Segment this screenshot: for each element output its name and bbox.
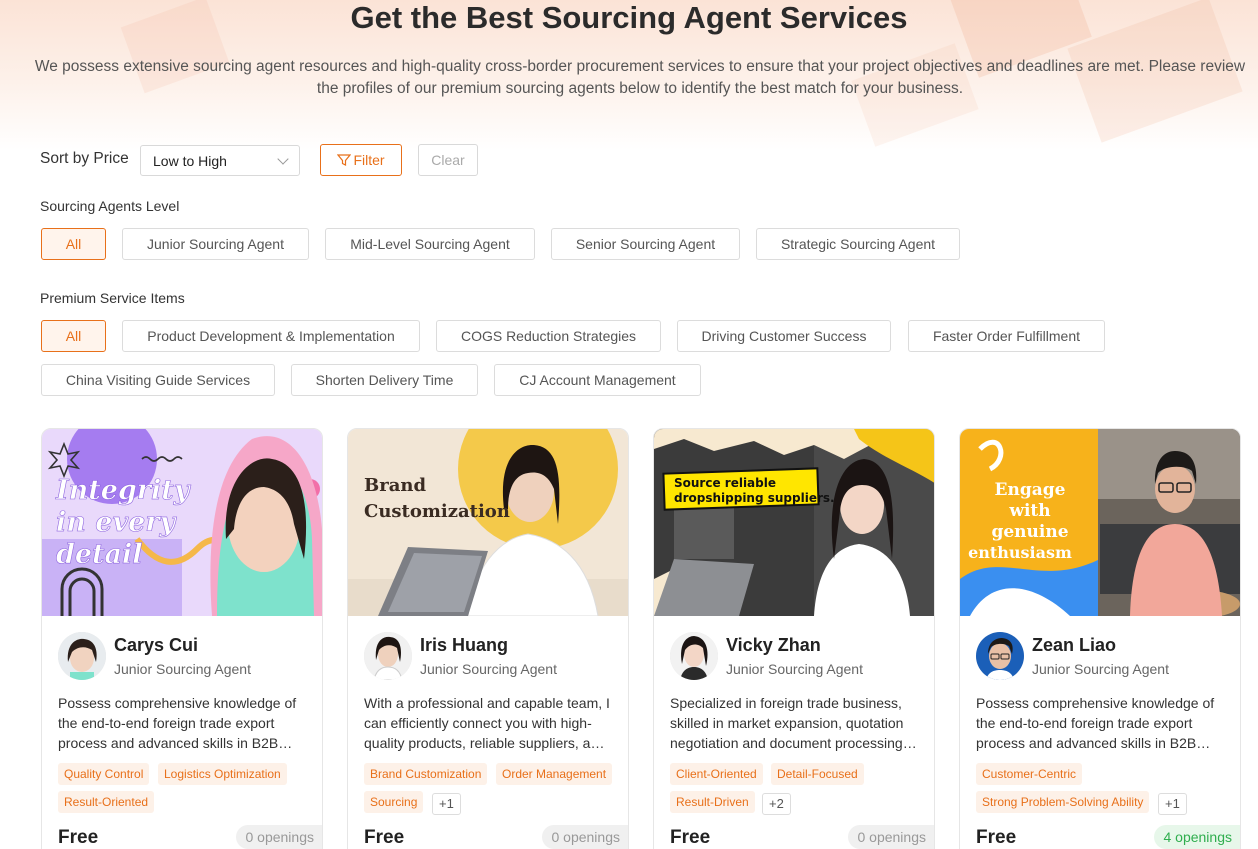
agent-name: Iris Huang bbox=[420, 635, 509, 655]
agent-banner-image: Source reliable dropshipping suppliers. bbox=[654, 429, 934, 616]
sort-select[interactable]: Low to High bbox=[140, 145, 300, 176]
openings-badge: 0 openings bbox=[848, 825, 934, 849]
banner-text-line: Integrity bbox=[55, 475, 192, 506]
agent-description: Specialized in foreign trade business, s… bbox=[670, 695, 917, 751]
more-tags-badge[interactable]: +1 bbox=[1158, 793, 1187, 815]
level-chip-junior[interactable]: Junior Sourcing Agent bbox=[122, 228, 309, 260]
agent-level: Junior Sourcing Agent bbox=[420, 661, 557, 677]
openings-badge: 0 openings bbox=[542, 825, 628, 849]
agent-card[interactable]: Source reliable dropshipping suppliers. … bbox=[653, 428, 935, 849]
agent-tag: Detail-Focused bbox=[771, 763, 864, 785]
filter-label: Filter bbox=[353, 152, 385, 168]
clear-button[interactable]: Clear bbox=[418, 144, 478, 176]
agent-name: Carys Cui bbox=[114, 635, 199, 655]
banner-text-line: Source reliable bbox=[674, 476, 776, 490]
agent-banner-image: Brand Customization bbox=[348, 429, 628, 616]
avatar bbox=[364, 632, 412, 680]
level-chip-senior[interactable]: Senior Sourcing Agent bbox=[551, 228, 740, 260]
agent-banner-image: Integrity in every detail bbox=[42, 429, 322, 616]
banner-text-line: genuine bbox=[991, 522, 1068, 542]
agent-tag: Quality Control bbox=[58, 763, 150, 785]
service-chip-cj-account[interactable]: CJ Account Management bbox=[494, 364, 701, 396]
agent-level: Junior Sourcing Agent bbox=[114, 661, 251, 677]
openings-badge: 4 openings bbox=[1154, 825, 1240, 849]
levels-label: Sourcing Agents Level bbox=[40, 198, 180, 214]
service-chip-cogs-reduction[interactable]: COGS Reduction Strategies bbox=[436, 320, 661, 352]
sort-label: Sort by Price bbox=[40, 150, 129, 167]
page-description: We possess extensive sourcing agent reso… bbox=[34, 58, 1246, 97]
agent-price: Free bbox=[364, 827, 405, 848]
agent-tag: Brand Customization bbox=[364, 763, 488, 785]
agent-card[interactable]: Integrity in every detail Carys Cui Juni… bbox=[41, 428, 323, 849]
filter-button[interactable]: Filter bbox=[320, 144, 402, 176]
banner-text-line: Brand bbox=[364, 475, 426, 496]
services-label: Premium Service Items bbox=[40, 290, 185, 306]
avatar bbox=[58, 632, 106, 680]
agent-price: Free bbox=[976, 827, 1017, 848]
sort-selected-value: Low to High bbox=[153, 153, 227, 169]
openings-badge: 0 openings bbox=[236, 825, 322, 849]
agent-card[interactable]: Brand Customization Iris Huang Junior So… bbox=[347, 428, 629, 849]
agent-description: With a professional and capable team, I … bbox=[364, 695, 610, 751]
level-chip-mid[interactable]: Mid-Level Sourcing Agent bbox=[325, 228, 535, 260]
banner-text-line: in every bbox=[56, 507, 178, 538]
banner-text-line: with bbox=[1008, 501, 1050, 521]
avatar bbox=[976, 632, 1024, 680]
service-chip-order-fulfillment[interactable]: Faster Order Fulfillment bbox=[908, 320, 1105, 352]
agent-tag: Logistics Optimization bbox=[158, 763, 287, 785]
service-chip-shorten-delivery[interactable]: Shorten Delivery Time bbox=[291, 364, 478, 396]
agent-tag: Client-Oriented bbox=[670, 763, 763, 785]
avatar bbox=[670, 632, 718, 680]
agent-tag: Customer-Centric bbox=[976, 763, 1083, 785]
chevron-down-icon bbox=[277, 153, 289, 165]
agent-description: Possess comprehensive knowledge of the e… bbox=[58, 695, 297, 751]
banner-text-line: detail bbox=[56, 539, 143, 570]
more-tags-badge[interactable]: +2 bbox=[762, 793, 791, 815]
agent-tag: Strong Problem-Solving Ability bbox=[976, 791, 1150, 813]
page-title: Get the Best Sourcing Agent Services bbox=[350, 0, 908, 35]
banner-text-line: Engage bbox=[995, 480, 1066, 500]
banner-text-line: Customization bbox=[364, 501, 510, 522]
more-tags-badge[interactable]: +1 bbox=[432, 793, 461, 815]
agent-banner-image: Engage with genuine enthusiasm bbox=[960, 429, 1240, 616]
agent-description: Possess comprehensive knowledge of the e… bbox=[976, 695, 1215, 751]
filter-icon bbox=[337, 154, 352, 166]
agent-name: Vicky Zhan bbox=[726, 635, 821, 655]
banner-text-line: enthusiasm bbox=[968, 543, 1072, 562]
level-chip-all[interactable]: All bbox=[41, 228, 106, 260]
level-chip-strategic[interactable]: Strategic Sourcing Agent bbox=[756, 228, 960, 260]
agent-price: Free bbox=[670, 827, 711, 848]
agent-name: Zean Liao bbox=[1032, 635, 1117, 655]
agent-level: Junior Sourcing Agent bbox=[1032, 661, 1169, 677]
banner-text-line: dropshipping suppliers. bbox=[674, 491, 835, 505]
agent-level: Junior Sourcing Agent bbox=[726, 661, 863, 677]
agent-tag: Sourcing bbox=[364, 791, 424, 813]
service-chip-customer-success[interactable]: Driving Customer Success bbox=[677, 320, 891, 352]
agent-tag: Result-Oriented bbox=[58, 791, 155, 813]
agent-price: Free bbox=[58, 827, 99, 848]
service-chip-china-visiting[interactable]: China Visiting Guide Services bbox=[41, 364, 275, 396]
service-chip-all[interactable]: All bbox=[41, 320, 106, 352]
service-chip-product-development[interactable]: Product Development & Implementation bbox=[122, 320, 420, 352]
agent-tag: Order Management bbox=[496, 763, 613, 785]
agent-card[interactable]: Engage with genuine enthusiasm Zean Liao… bbox=[959, 428, 1241, 849]
agent-tag: Result-Driven bbox=[670, 791, 755, 813]
